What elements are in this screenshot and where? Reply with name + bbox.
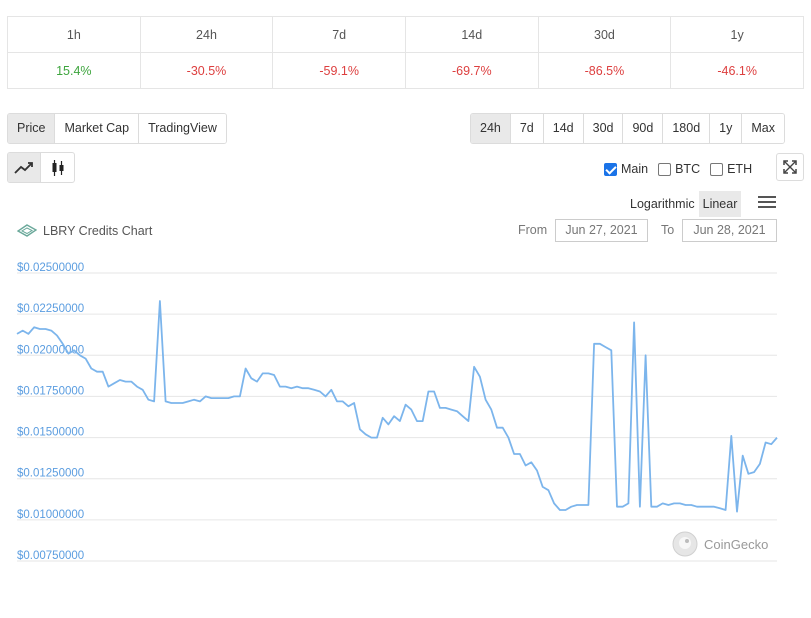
btc-checkbox[interactable] [658,162,672,176]
scale-toggle: Logarithmic Linear [626,191,742,217]
compare-btc[interactable]: BTC [658,162,700,176]
y-tick-label: $0.01500000 [17,427,84,439]
period-14d: 14d [404,16,539,53]
compare-options: Main BTC ETH [604,162,752,176]
chart-type-toggle [7,152,75,183]
period-7d: 7d [272,16,406,53]
y-tick-label: $0.01000000 [17,509,84,521]
compare-eth[interactable]: ETH [710,162,752,176]
range-1y[interactable]: 1y [710,114,743,143]
tab-price[interactable]: Price [8,114,56,143]
line-chart-icon [14,161,33,174]
coingecko-credit: CoinGecko [672,531,768,557]
from-date-input[interactable]: Jun 27, 2021 [555,219,648,242]
period-24h: 24h [139,16,274,53]
range-30d[interactable]: 30d [583,114,624,143]
candlestick-button[interactable] [41,153,74,182]
period-1h: 1h [7,16,141,53]
change-1h: 15.4% [7,52,141,89]
fullscreen-button[interactable] [776,153,804,181]
change-14d: -69.7% [404,52,539,89]
y-tick-label: $0.01750000 [17,385,84,397]
expand-icon [783,160,797,174]
range-24h[interactable]: 24h [471,114,511,143]
credit-text: CoinGecko [704,536,769,552]
tab-market-cap[interactable]: Market Cap [55,114,140,143]
range-tabs: 24h 7d 14d 30d 90d 180d 1y Max [470,113,785,144]
chart-title-text: LBRY Credits Chart [43,224,153,238]
series-line-0 [16,300,778,513]
eth-checkbox[interactable] [710,162,724,176]
y-tick-label: $0.02250000 [17,303,84,315]
line-chart-button[interactable] [8,153,41,182]
chart-title: LBRY Credits Chart [17,224,152,238]
view-tabs: Price Market Cap TradingView [7,113,227,144]
range-14d[interactable]: 14d [543,114,584,143]
range-180d[interactable]: 180d [663,114,711,143]
range-max[interactable]: Max [742,114,784,143]
compare-eth-label: ETH [727,162,753,176]
performance-table: 1h 24h 7d 14d 30d 1y 15.4% -30.5% -59.1%… [7,16,804,89]
range-90d[interactable]: 90d [623,114,664,143]
hamburger-menu-icon[interactable] [758,194,776,210]
change-1y: -46.1% [670,52,804,89]
y-axis-labels: $0.02500000$0.02250000$0.02000000$0.0175… [17,262,84,562]
compare-btc-label: BTC [675,162,701,176]
performance-value-row: 15.4% -30.5% -59.1% -69.7% -86.5% -46.1% [7,52,804,89]
grid-lines [17,272,777,562]
coingecko-logo-icon [672,531,698,557]
to-date-input[interactable]: Jun 28, 2021 [682,219,777,242]
y-tick-label: $0.01250000 [17,468,84,480]
from-label: From [518,223,548,237]
range-7d[interactable]: 7d [510,114,544,143]
performance-header-row: 1h 24h 7d 14d 30d 1y [7,16,804,53]
y-tick-label: $0.02500000 [17,262,84,274]
y-tick-label: $0.00750000 [17,550,84,562]
to-label: To [661,223,675,237]
scale-linear[interactable]: Linear [698,191,742,217]
change-24h: -30.5% [139,52,274,89]
lbry-logo-icon [17,224,37,237]
change-7d: -59.1% [272,52,406,89]
candlestick-icon [52,159,63,176]
scale-logarithmic[interactable]: Logarithmic [626,191,699,217]
period-1y: 1y [670,16,804,53]
tab-tradingview[interactable]: TradingView [139,114,226,143]
series-layer [16,300,778,513]
change-30d: -86.5% [537,52,672,89]
main-checkbox[interactable] [604,162,617,176]
compare-main-label: Main [621,162,649,176]
period-30d: 30d [537,16,672,53]
compare-main[interactable]: Main [604,162,648,176]
